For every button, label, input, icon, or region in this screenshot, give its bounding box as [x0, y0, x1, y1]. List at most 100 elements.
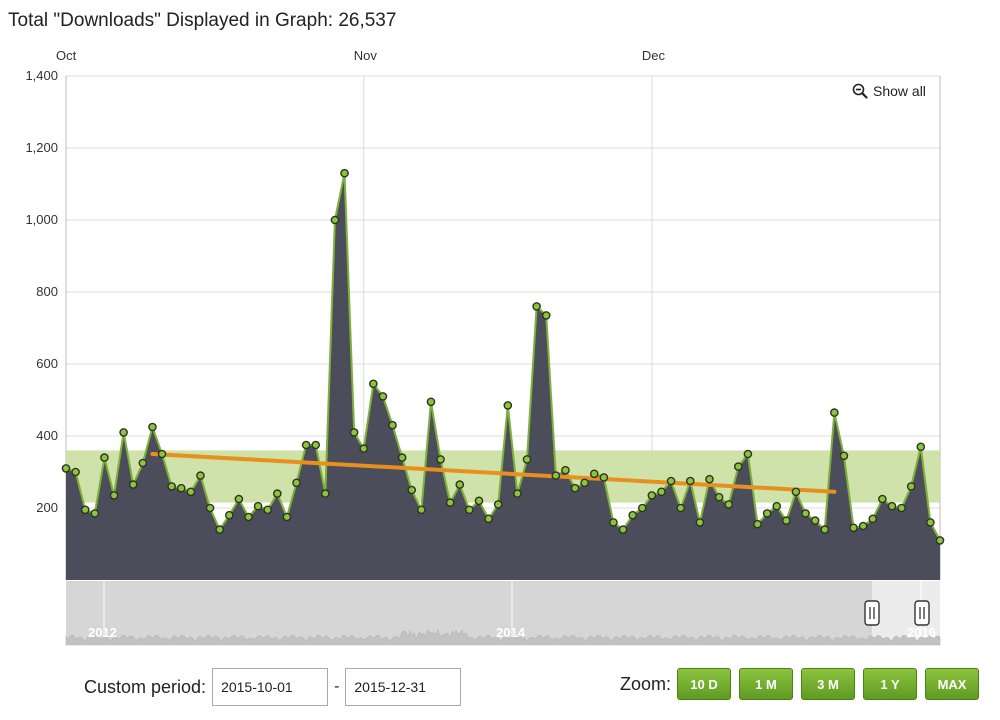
navigator-handle[interactable]: [914, 600, 930, 626]
data-point: [916, 442, 926, 452]
data-point: [109, 491, 119, 500]
data-point: [465, 505, 474, 515]
data-point: [282, 512, 292, 522]
data-point: [753, 519, 762, 529]
data-point: [138, 458, 148, 468]
month-label: Nov: [354, 48, 378, 63]
data-point: [263, 505, 272, 515]
data-point: [292, 478, 301, 488]
navigator-label: 2014: [496, 625, 526, 640]
navigator-handle[interactable]: [864, 600, 880, 626]
data-point: [782, 516, 791, 525]
data-point: [186, 487, 196, 497]
data-point: [801, 509, 810, 518]
data-point: [935, 536, 945, 545]
data-point: [311, 440, 321, 450]
data-point: [743, 449, 753, 459]
data-point: [647, 491, 657, 500]
data-point: [858, 521, 868, 531]
data-point: [839, 451, 849, 461]
data-point: [762, 509, 772, 518]
data-point: [685, 476, 695, 486]
zoom-controls: Zoom: 10 D 1 M 3 M 1 Y MAX: [620, 668, 980, 700]
data-point: [887, 501, 897, 511]
data-point: [714, 492, 724, 502]
navigator-label: 2012: [88, 625, 117, 640]
data-point: [724, 500, 734, 509]
data-point: [589, 469, 599, 479]
data-point: [791, 487, 801, 497]
month-label: Dec: [642, 48, 666, 63]
data-point: [90, 509, 100, 518]
data-point: [119, 428, 128, 437]
data-point: [580, 478, 589, 488]
data-point: [513, 489, 522, 498]
data-point: [196, 471, 205, 480]
y-tick-label: 400: [36, 428, 58, 443]
y-tick-label: 800: [36, 284, 58, 299]
data-point: [484, 514, 493, 524]
date-separator: -: [334, 678, 340, 695]
month-label: Oct: [56, 48, 77, 63]
data-point: [734, 462, 743, 471]
data-point: [128, 480, 138, 489]
data-point: [397, 453, 407, 462]
date-from-input[interactable]: [212, 668, 329, 706]
data-point: [359, 444, 369, 453]
y-tick-label: 1,200: [25, 140, 58, 155]
data-point: [436, 455, 445, 464]
data-point: [369, 379, 378, 389]
navigator: 2012 2014 2016: [65, 581, 941, 646]
data-point: [176, 483, 186, 493]
data-point: [599, 473, 609, 482]
zoom-1m-button[interactable]: 1 M: [739, 668, 794, 700]
zoom-3m-button[interactable]: 3 M: [801, 668, 856, 700]
data-point: [349, 428, 359, 437]
handle-body: [864, 600, 880, 626]
data-point: [541, 311, 551, 320]
data-point: [522, 455, 532, 464]
zoom-label: Zoom:: [620, 673, 672, 694]
data-point: [80, 505, 90, 515]
data-point: [868, 514, 878, 524]
y-tick-label: 200: [36, 500, 58, 515]
zoom-max-button[interactable]: MAX: [925, 668, 980, 700]
data-point: [532, 302, 541, 311]
data-point: [657, 487, 666, 497]
data-point: [148, 422, 157, 432]
data-point: [205, 503, 215, 513]
data-point: [474, 496, 484, 506]
data-point: [820, 525, 830, 534]
data-point: [301, 440, 311, 450]
data-point: [100, 453, 109, 462]
custom-period-label: Custom period:: [84, 676, 207, 697]
data-point: [628, 510, 637, 520]
data-point: [378, 392, 388, 401]
y-tick-label: 1,000: [25, 212, 58, 227]
data-point: [830, 408, 839, 417]
data-point: [272, 489, 282, 498]
data-point: [445, 498, 455, 507]
zoom-10d-button[interactable]: 10 D: [677, 668, 732, 700]
data-point: [493, 500, 503, 509]
data-point: [561, 465, 570, 475]
data-point: [609, 518, 618, 527]
show-all-button[interactable]: Show all: [852, 83, 926, 99]
data-point: [71, 467, 80, 477]
data-point: [407, 485, 417, 495]
zoom-1y-button[interactable]: 1 Y: [863, 668, 918, 700]
data-point: [244, 512, 253, 522]
data-point: [426, 397, 436, 407]
data-point: [695, 518, 705, 527]
data-point: [897, 503, 906, 513]
series-area-layer: [65, 172, 941, 580]
data-point: [551, 471, 561, 480]
data-point: [666, 476, 676, 486]
data-point: [810, 516, 820, 525]
data-point: [234, 494, 244, 504]
date-to-input[interactable]: [345, 668, 462, 706]
data-point: [340, 168, 349, 178]
series-area: [66, 173, 940, 580]
data-point: [503, 401, 513, 410]
show-all-label: Show all: [873, 83, 926, 99]
